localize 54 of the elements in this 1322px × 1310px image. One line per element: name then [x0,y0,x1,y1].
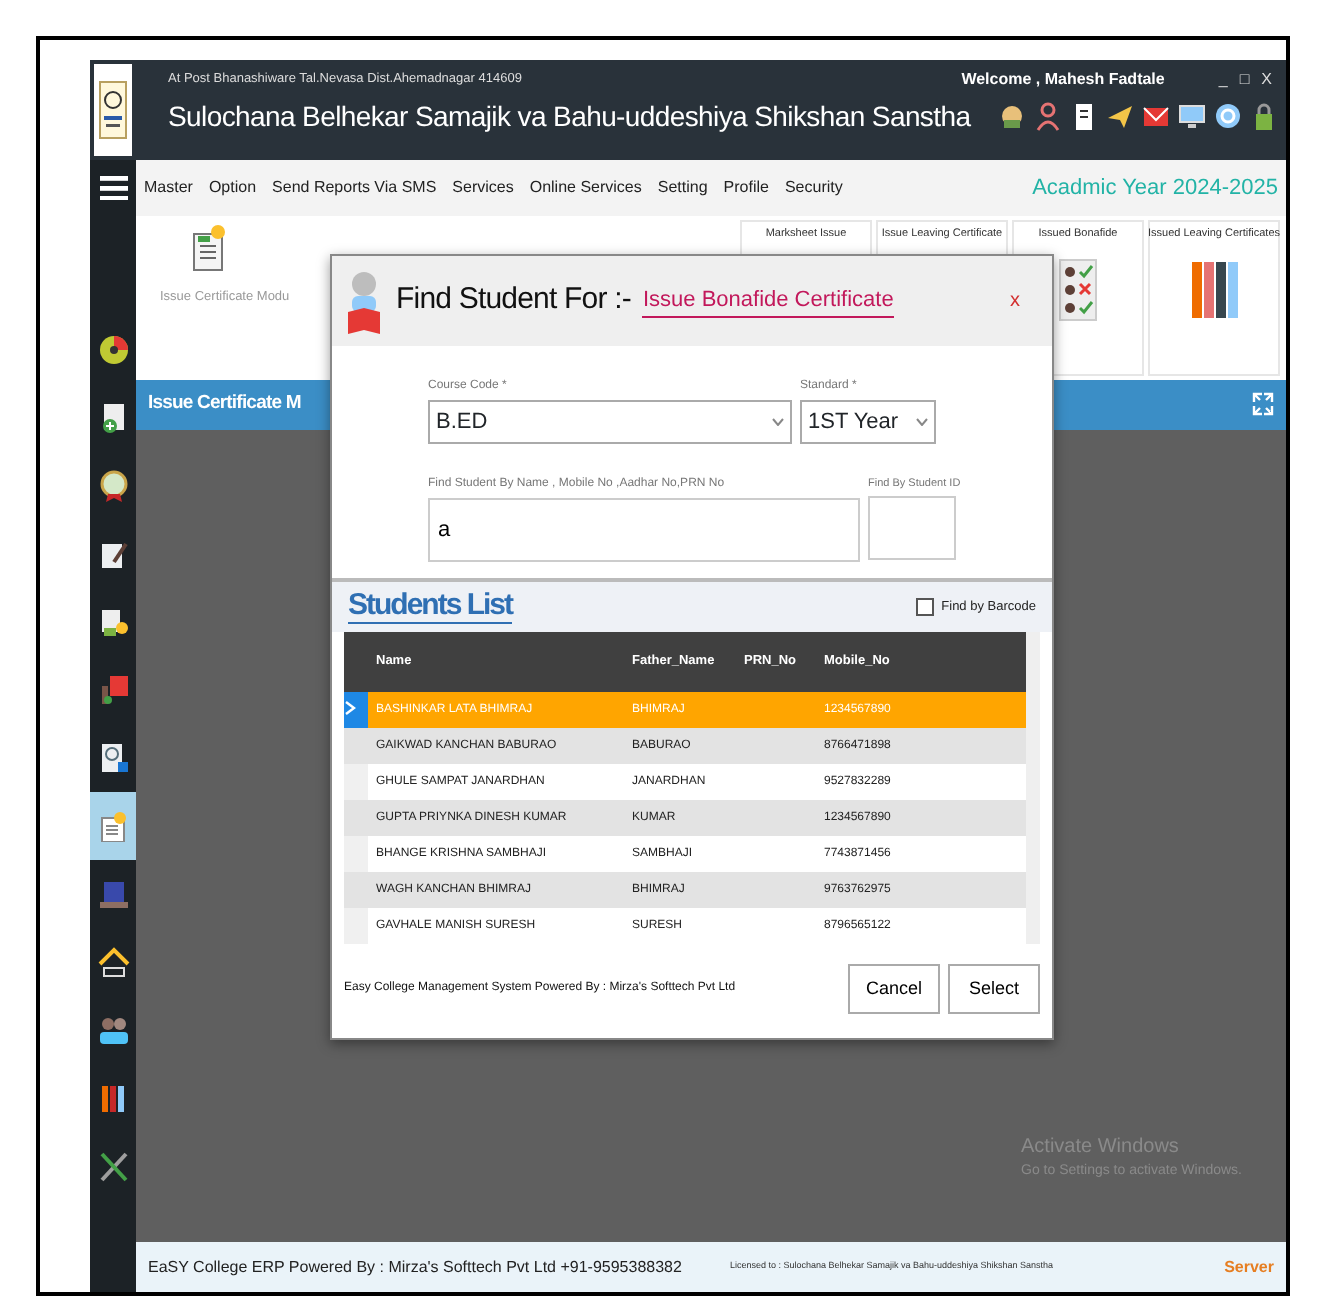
server-status: Server [1224,1255,1274,1279]
expand-icon[interactable] [1252,392,1274,417]
cancel-button[interactable]: Cancel [848,964,940,1014]
powered-by-text: EaSY College ERP Powered By : Mirza's Softtech Pvt Ltd +91-9595388382 [148,1255,682,1279]
lock-icon[interactable] [1250,101,1278,132]
institution-title: Sulochana Belhekar Samajik va Bahu-uddeshiya Shikshan Sanstha [168,100,971,134]
document-add-icon [97,402,129,434]
dropdown-icon [772,418,784,426]
students-list-title: Students List [348,590,513,624]
users-icon [97,1014,129,1046]
binders-icon [97,1082,129,1114]
standard-dropdown[interactable]: 1ST Year [800,400,936,444]
tools-icon [97,1150,129,1182]
binders-icon [1189,258,1239,323]
menu-item[interactable]: Online Services [529,176,642,200]
certificate-icon [192,224,228,272]
certificate-icon [97,810,129,842]
welcome-text: Welcome , Mahesh Fadtale [961,68,1165,92]
minimize-button[interactable]: _ [1212,68,1234,92]
student-reading-icon [344,267,384,335]
clipboard-icon[interactable] [1070,101,1098,132]
student-search-field[interactable]: a [428,498,860,562]
compass-icon [97,334,129,366]
menu-item[interactable]: Security [784,176,843,200]
menu-item[interactable]: Services [452,176,514,200]
close-button[interactable]: X [1255,68,1278,92]
menu-item[interactable]: Profile [723,176,769,200]
paper-plane-icon[interactable] [1106,101,1134,132]
student-id-field[interactable] [868,496,956,561]
mail-icon[interactable] [1142,101,1170,132]
section-title: Issue Certificate M [148,390,301,419]
dialog-title: Find Student For :- [396,280,631,321]
report-search-icon [97,742,129,774]
edit-icon [97,538,129,570]
menu-icon[interactable] [99,176,127,200]
menu-item[interactable]: Option [208,176,257,200]
maximize-button[interactable]: □ [1233,68,1256,92]
person-icon[interactable] [1034,101,1062,132]
home-icon [97,946,129,978]
academic-year: Acadmic Year 2024-2025 [1032,173,1278,204]
monitor-icon[interactable] [1178,101,1206,132]
menu-item[interactable]: Master [144,176,193,200]
row-pointer-icon [344,700,356,717]
menu-item[interactable]: Send Reports Via SMS [272,176,437,200]
dropdown-icon [916,418,928,426]
checklist-icon [1053,258,1103,323]
barcode-checkbox[interactable] [915,598,934,616]
scrollbar[interactable] [1026,632,1040,944]
menu-item[interactable]: Setting [657,176,708,200]
certificate-type-link[interactable]: Issue Bonafide Certificate [642,283,894,319]
medal-icon [97,470,129,502]
logo-icon [98,80,128,140]
course-code-dropdown[interactable]: B.ED [428,400,792,444]
select-button[interactable]: Select [948,964,1040,1014]
